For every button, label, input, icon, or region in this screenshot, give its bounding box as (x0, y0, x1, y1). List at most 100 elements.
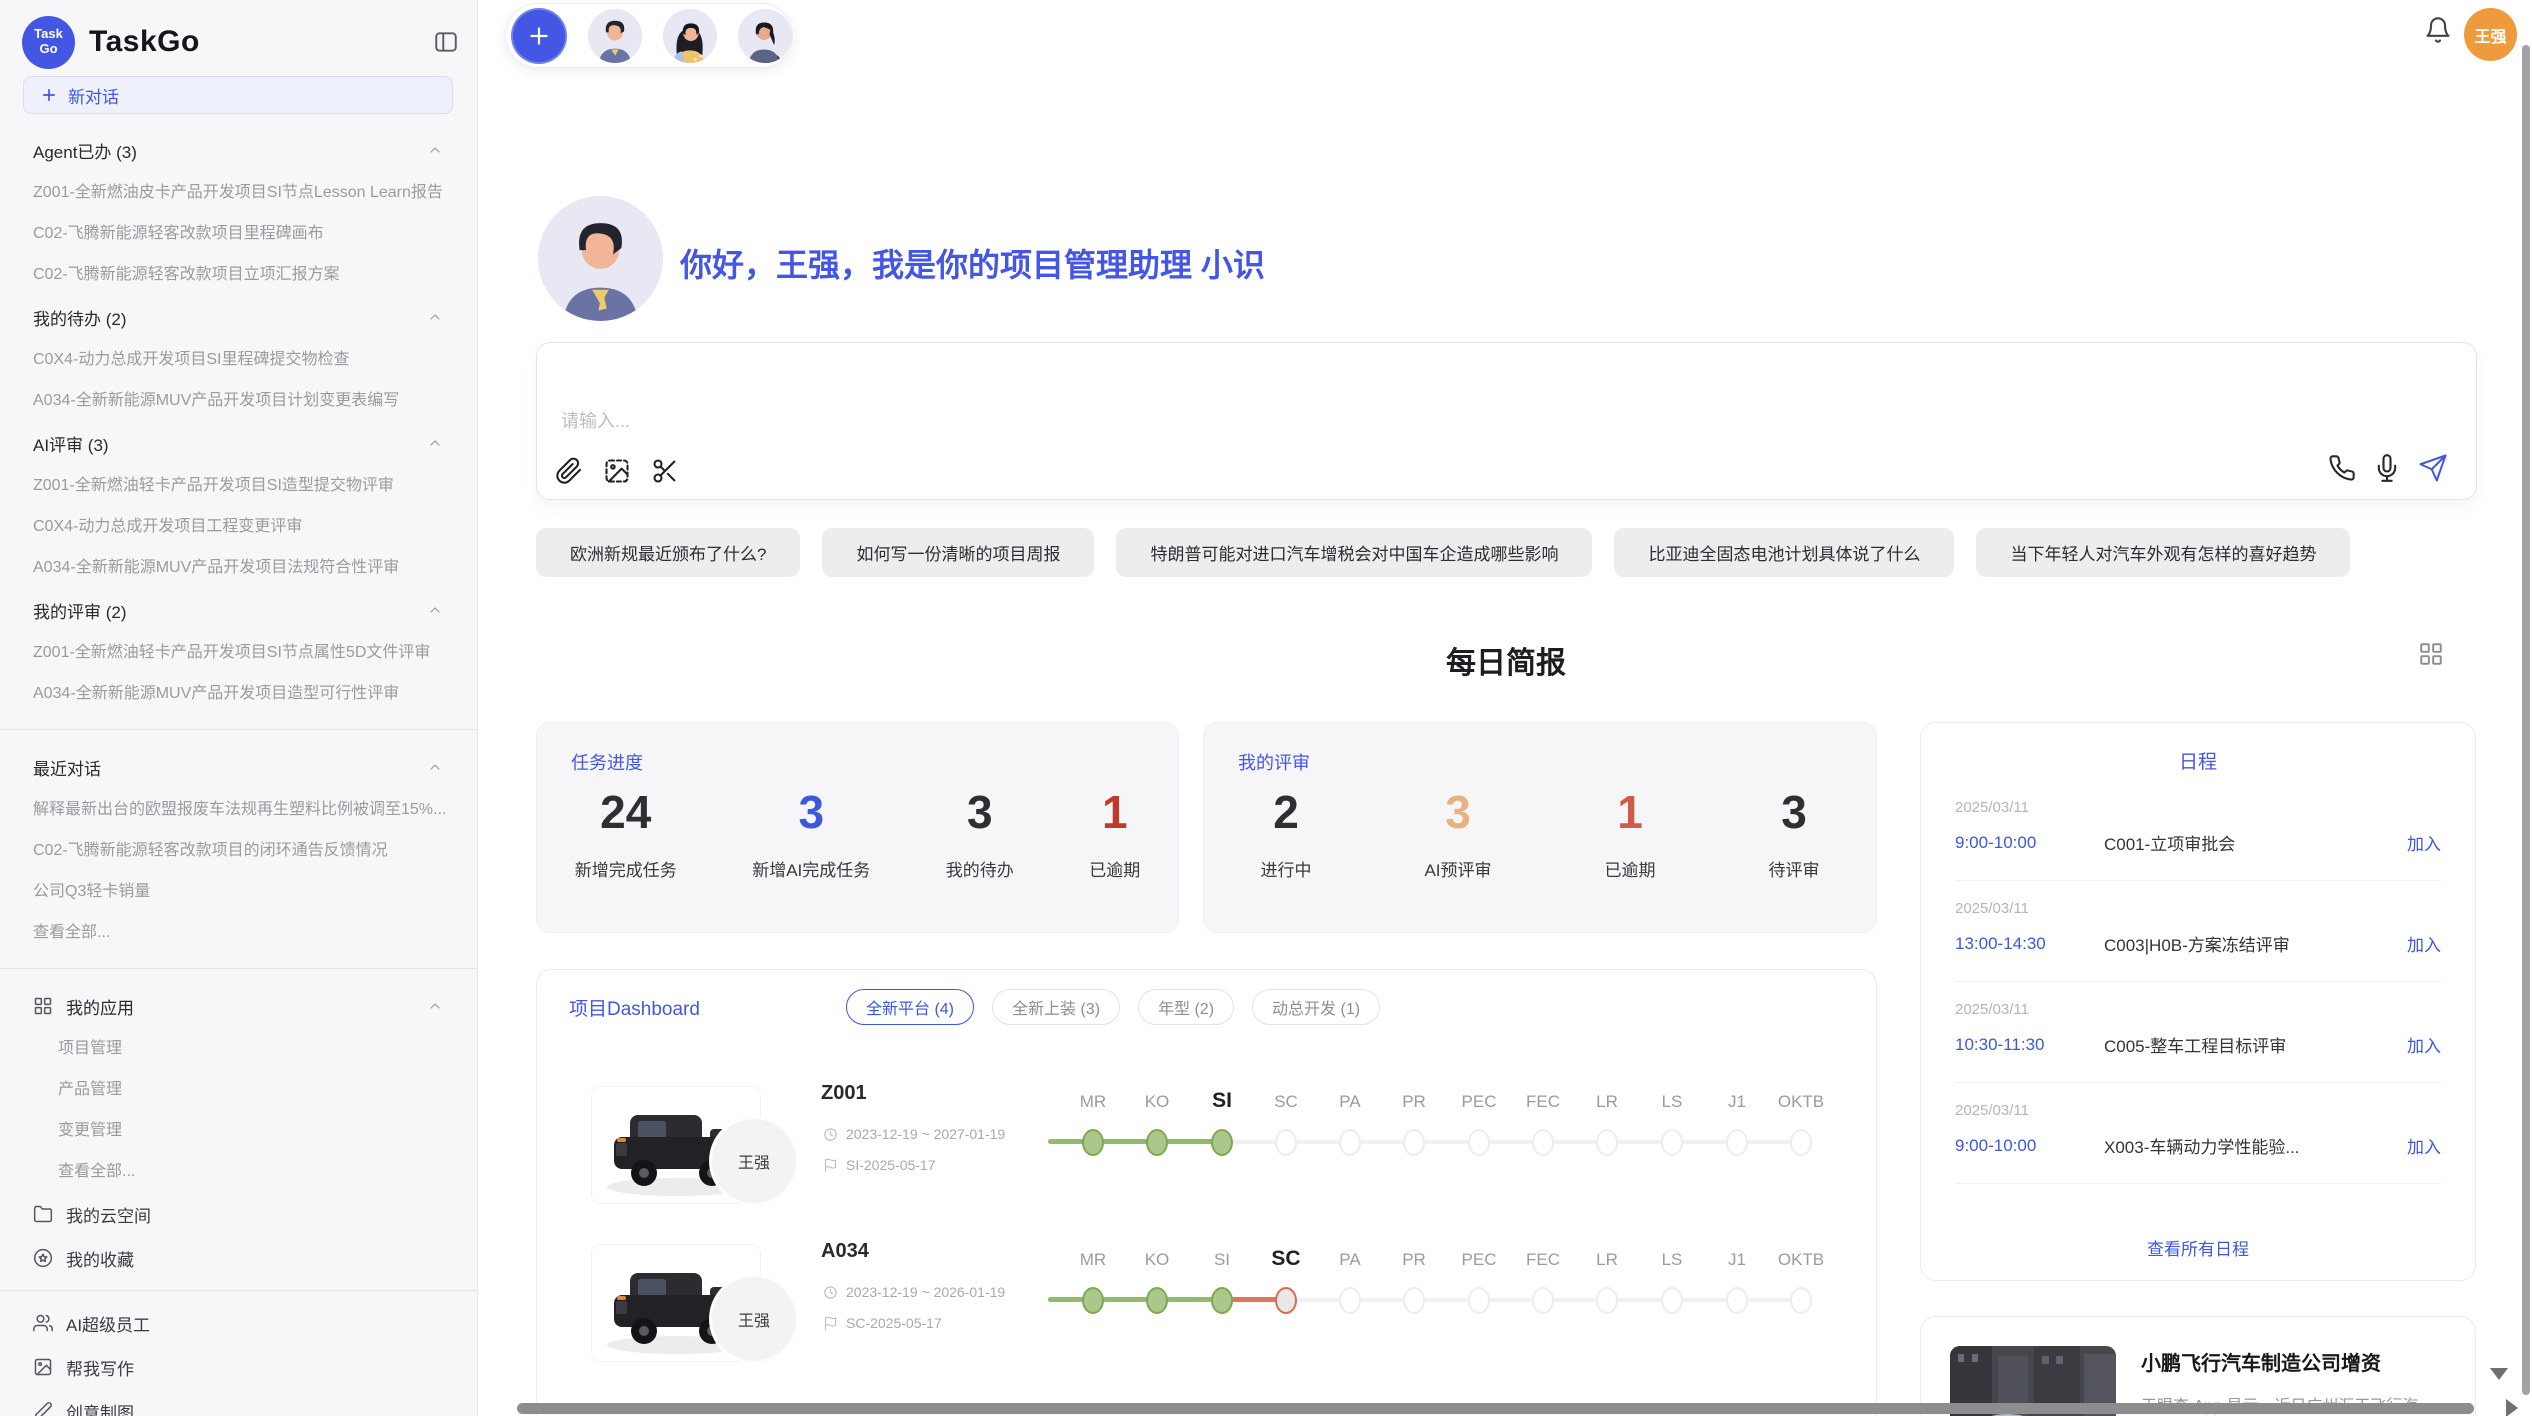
sidebar-item[interactable]: C0X4-动力总成开发项目工程变更评审 (0, 506, 477, 547)
suggestion-chip[interactable]: 欧洲新规最近颁布了什么? (536, 528, 800, 577)
news-card[interactable]: 小鹏飞行汽车制造公司增资 天眼查 App 显示，近日广州汇天飞行汽... (1920, 1316, 2476, 1416)
project-row-a034[interactable]: 王强 A034 2023-12-19 ~ 2026-01-19 SC-2025-… (537, 1234, 1876, 1384)
sidebar-section-recent-chats[interactable]: 最近对话 (0, 745, 477, 789)
milestone-dot-todo (1468, 1287, 1490, 1314)
tab-new-body[interactable]: 全新上装 (3) (992, 989, 1120, 1025)
vertical-scrollbar[interactable] (2522, 45, 2530, 1395)
sidebar-item-ai-super-staff[interactable]: AI超级员工 (0, 1301, 477, 1345)
sidebar-item-creative-drawing[interactable]: 创意制图 (0, 1389, 477, 1416)
sidebar-section-my-apps[interactable]: 我的应用 (0, 984, 477, 1028)
tab-year-model[interactable]: 年型 (2) (1138, 989, 1234, 1025)
milestone-label: OKTB (1763, 1250, 1839, 1270)
sidebar-item[interactable]: C02-飞腾新能源轻客改款项目里程碑画布 (0, 213, 477, 254)
sidebar-item[interactable]: A034-全新新能源MUV产品开发项目造型可行性评审 (0, 673, 477, 714)
schedule-item: 2025/03/11 10:30-11:30 C005-整车工程目标评审 加入 (1955, 982, 2441, 1083)
microphone-icon[interactable] (2373, 454, 2401, 482)
folder-icon (33, 1204, 53, 1224)
milestone-dot-todo (1726, 1129, 1748, 1156)
schedule-date: 2025/03/11 (1955, 900, 2441, 917)
chevron-up-icon (427, 998, 443, 1014)
attachment-icon[interactable] (555, 457, 583, 485)
chat-input-card[interactable]: 请输入... (536, 342, 2477, 500)
project-row-z001[interactable]: 王强 Z001 2023-12-19 ~ 2027-01-19 SI-2025-… (537, 1076, 1876, 1226)
chat-input-placeholder[interactable]: 请输入... (561, 407, 630, 433)
agent-avatar-1[interactable] (588, 9, 642, 63)
agent-avatar-bar (505, 3, 793, 68)
stat-value: 3 (1781, 785, 1807, 840)
tab-new-platform[interactable]: 全新平台 (4) (846, 989, 974, 1025)
suggestion-chip[interactable]: 特朗普可能对进口汽车增税会对中国车企造成哪些影响 (1116, 528, 1592, 577)
sidebar-app-product-mgmt[interactable]: 产品管理 (0, 1069, 477, 1110)
app-logo: Task Go (22, 16, 75, 69)
notification-bell-icon[interactable] (2424, 16, 2452, 44)
agent-avatar-2[interactable] (663, 9, 717, 63)
schedule-item: 2025/03/11 9:00-10:00 X003-车辆动力学性能验... 加… (1955, 1083, 2441, 1184)
stat-label: AI预评审 (1424, 856, 1491, 881)
sidebar-item-favorites[interactable]: 我的收藏 (0, 1236, 477, 1280)
sidebar-item-cloud-space[interactable]: 我的云空间 (0, 1192, 477, 1236)
schedule-event-title: C001-立项审批会 (2104, 830, 2395, 855)
milestone-dot-todo (1726, 1287, 1748, 1314)
new-chat-button[interactable]: 新对话 (23, 76, 453, 114)
stat-value: 1 (1617, 785, 1643, 840)
user-avatar[interactable]: 王强 (2464, 8, 2517, 61)
join-meeting-link[interactable]: 加入 (2407, 1133, 2441, 1158)
join-meeting-link[interactable]: 加入 (2407, 931, 2441, 956)
sidebar-item-help-me-write[interactable]: 帮我写作 (0, 1345, 477, 1389)
add-agent-button[interactable] (511, 8, 567, 64)
project-date-range: 2023-12-19 ~ 2026-01-19 (823, 1284, 1005, 1300)
project-name: Z001 (821, 1082, 867, 1105)
sidebar-item[interactable]: 解释最新出台的欧盟报废车法规再生塑料比例被调至15%... (0, 789, 477, 830)
sidebar-item[interactable]: C02-飞腾新能源轻客改款项目的闭环通告反馈情况 (0, 830, 477, 871)
view-all-schedule-link[interactable]: 查看所有日程 (1921, 1221, 2475, 1280)
sidebar-item[interactable]: A034-全新新能源MUV产品开发项目法规符合性评审 (0, 547, 477, 588)
image-upload-icon[interactable] (603, 457, 631, 485)
voice-call-icon[interactable] (2328, 454, 2356, 482)
suggestion-chip[interactable]: 比亚迪全固态电池计划具体说了什么 (1614, 528, 1954, 577)
briefing-layout-icon[interactable] (2418, 641, 2444, 667)
section-label: 我的评审 (2) (33, 598, 127, 623)
stat-label: 进行中 (1260, 856, 1311, 881)
chevron-up-icon (427, 435, 443, 451)
scroll-down-arrow[interactable] (2490, 1368, 2508, 1380)
dashboard-title: 项目Dashboard (569, 994, 700, 1021)
sidebar-item[interactable]: 公司Q3轻卡销量 (0, 871, 477, 912)
sidebar-item[interactable]: C02-飞腾新能源轻客改款项目立项汇报方案 (0, 254, 477, 295)
sidebar-app-project-mgmt[interactable]: 项目管理 (0, 1028, 477, 1069)
agent-avatar-3[interactable] (738, 9, 792, 63)
sidebar-item[interactable]: A034-全新新能源MUV产品开发项目计划变更表编写 (0, 380, 477, 421)
tab-powertrain-dev[interactable]: 动总开发 (1) (1252, 989, 1380, 1025)
chevron-up-icon (427, 309, 443, 325)
plus-icon (40, 86, 58, 104)
stat-pending-review: 3 待评审 (1769, 785, 1820, 881)
sidebar-app-view-all[interactable]: 查看全部... (0, 1151, 477, 1192)
join-meeting-link[interactable]: 加入 (2407, 830, 2441, 855)
app-title: TaskGo (89, 25, 419, 59)
horizontal-scrollbar[interactable] (517, 1403, 2474, 1414)
section-label: 我的待办 (2) (33, 305, 127, 330)
milestone-dot-todo (1339, 1287, 1361, 1314)
sidebar-section-ai-review[interactable]: AI评审 (3) (0, 421, 477, 465)
schedule-time: 9:00-10:00 (1955, 1136, 2104, 1156)
sidebar-item[interactable]: C0X4-动力总成开发项目SI里程碑提交物检查 (0, 339, 477, 380)
milestone-dot-done (1146, 1129, 1168, 1156)
scroll-right-arrow[interactable] (2506, 1399, 2518, 1416)
join-meeting-link[interactable]: 加入 (2407, 1032, 2441, 1057)
suggestion-chip[interactable]: 当下年轻人对汽车外观有怎样的喜好趋势 (1976, 528, 2350, 577)
sidebar-item[interactable]: Z001-全新燃油轻卡产品开发项目SI造型提交物评审 (0, 465, 477, 506)
sidebar-section-my-todo[interactable]: 我的待办 (2) (0, 295, 477, 339)
milestone-dot-done (1082, 1129, 1104, 1156)
sidebar-section-agent-done[interactable]: Agent已办 (3) (0, 128, 477, 172)
sidebar-item[interactable]: Z001-全新燃油轻卡产品开发项目SI节点属性5D文件评审 (0, 632, 477, 673)
chevron-up-icon (427, 759, 443, 775)
milestone-dot-done (1211, 1129, 1233, 1156)
send-icon[interactable] (2418, 453, 2448, 483)
sidebar-app-change-mgmt[interactable]: 变更管理 (0, 1110, 477, 1151)
suggestion-chip[interactable]: 如何写一份清晰的项目周报 (822, 528, 1094, 577)
sidebar-item[interactable]: Z001-全新燃油皮卡产品开发项目SI节点Lesson Learn报告 (0, 172, 477, 213)
stat-ai-pre-review: 3 AI预评审 (1424, 785, 1491, 881)
screenshot-scissors-icon[interactable] (651, 457, 679, 485)
sidebar-section-my-review[interactable]: 我的评审 (2) (0, 588, 477, 632)
sidebar-item-view-all[interactable]: 查看全部... (0, 912, 477, 953)
sidebar-collapse-icon[interactable] (433, 29, 459, 55)
